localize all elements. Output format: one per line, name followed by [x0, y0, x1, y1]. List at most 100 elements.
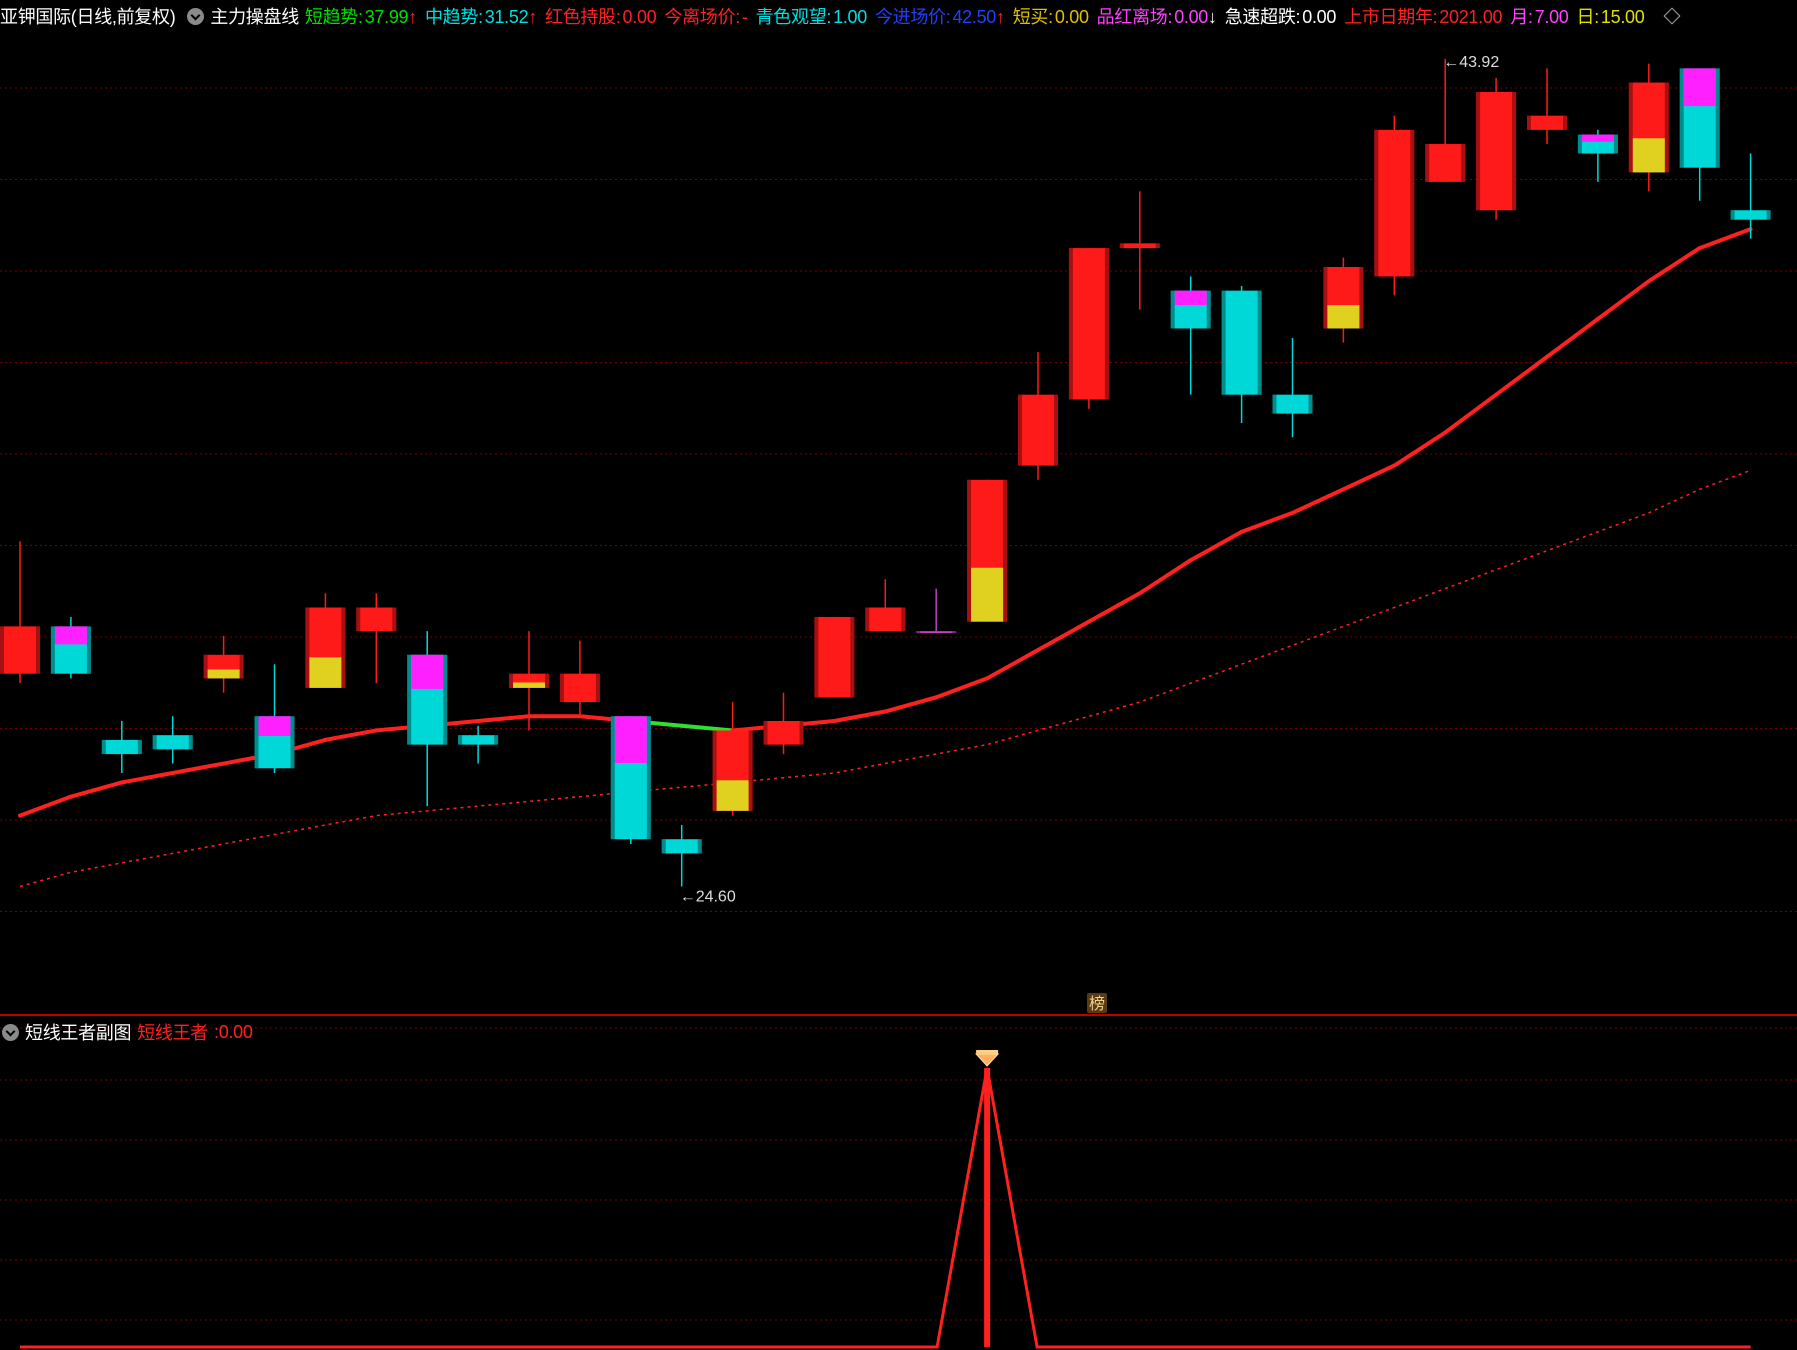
- candle-shade: [1104, 248, 1109, 400]
- indicator-label: 中趋势: [424, 7, 479, 27]
- candle-shade: [1461, 144, 1466, 182]
- indicator-colon: :: [478, 7, 483, 27]
- indicator-label: 青色观望: [755, 7, 827, 27]
- candle-shade: [1359, 266, 1364, 329]
- chart-canvas: ←43.92 ←24.60 榜: [0, 54, 1797, 1349]
- diamond-top: [976, 1050, 999, 1054]
- diamond-icon[interactable]: [1663, 7, 1681, 25]
- candle-shade: [1272, 394, 1277, 414]
- indicator-item: 今离场价: -: [664, 7, 748, 27]
- candle-shade: [239, 654, 244, 679]
- chevron-down-icon[interactable]: [187, 7, 205, 25]
- ma-solid-segment: [170, 761, 226, 776]
- indicator-label: 红色持股: [545, 7, 616, 27]
- indicator-colon: :: [826, 7, 832, 27]
- indicator-label: 日: [1576, 7, 1595, 27]
- ma-solid-segment: [68, 780, 124, 799]
- candle-shade: [697, 839, 702, 854]
- candle-band-magenta: [54, 626, 87, 645]
- arrow-up-icon: ↑: [408, 7, 417, 27]
- indicator-label: 短趋势: [304, 7, 358, 27]
- ma-solid-segment: [1036, 619, 1091, 653]
- candle-band-magenta: [258, 716, 291, 737]
- indicator-value: 7.00: [1534, 7, 1569, 27]
- ma-solid-segment: [1545, 317, 1600, 359]
- candle-body: [661, 839, 702, 854]
- ma-solid-segment: [18, 794, 73, 818]
- candle-shade: [748, 730, 753, 811]
- candle-shade: [1206, 290, 1211, 329]
- indicator-colon: :: [1295, 7, 1301, 27]
- indicator-item: 今进场价: 42.50↑: [875, 7, 1005, 27]
- candle-shade: [1730, 210, 1735, 220]
- candle-body: [763, 720, 804, 745]
- indicator-colon: :: [1167, 7, 1173, 27]
- indicator-value: 0.00: [1174, 7, 1209, 27]
- pane-separator[interactable]: [0, 1014, 1797, 1016]
- candle-shade: [443, 654, 448, 745]
- indicator-values: 短趋势: 37.99↑ 中趋势: 31.52↑ 红色持股: 0.00 今离场价: - 青色观望:…: [305, 3, 1653, 29]
- candle-shade: [1476, 92, 1481, 211]
- indicator-value: 2021.00: [1439, 7, 1503, 27]
- candle-body: [1018, 394, 1058, 466]
- indicator-colon: :: [1432, 7, 1438, 27]
- candle-shade: [865, 607, 870, 632]
- candle-shade: [254, 716, 259, 769]
- indicator-label: 急速超跌: [1224, 7, 1296, 27]
- candle-shade: [1018, 394, 1022, 466]
- candle-shade: [152, 735, 157, 750]
- indicator-item: 短买: 0.00: [1013, 7, 1089, 27]
- candle-shade: [458, 735, 463, 745]
- candle-shade: [814, 616, 819, 698]
- ma-solid-segment: [1086, 591, 1142, 624]
- indicator-value: 0.00: [1054, 7, 1089, 27]
- candle-shade: [1628, 82, 1633, 173]
- main-header: 亚钾国际(日线,前复权) 主力操盘线 短趋势: 37.99↑ 中趋势: 31.52↑ 红…: [0, 1, 1684, 31]
- candle-shade: [0, 626, 4, 674]
- ma-solid-segment: [883, 695, 939, 714]
- subchart-title[interactable]: 短线王者副图: [25, 1019, 132, 1045]
- subchart-label: 短线王者: [137, 1023, 209, 1043]
- candle-shade: [1613, 134, 1618, 154]
- indicator-label: 短买: [1012, 7, 1049, 27]
- arrow-up-icon: ↑: [996, 7, 1005, 27]
- stock-title[interactable]: 亚钾国际(日线,前复权): [0, 3, 176, 29]
- indicator-value: 15.00: [1600, 7, 1645, 27]
- indicator-label: 品红离场: [1096, 7, 1168, 27]
- ma-solid-segment: [679, 723, 735, 733]
- indicator-value: 0.00: [622, 7, 657, 27]
- candle-shade: [610, 716, 615, 840]
- candle-shade: [188, 735, 193, 750]
- ma-solid-segment: [832, 709, 888, 723]
- arrow-up-icon: ↑: [528, 7, 538, 27]
- indicator-colon: :: [615, 7, 621, 27]
- candle-body: [101, 739, 142, 755]
- indicator-item: 急速超跌: 0.00: [1224, 7, 1337, 27]
- candle-body: [916, 631, 957, 634]
- candle-shade: [1679, 68, 1684, 168]
- candle-shade: [494, 735, 499, 745]
- candle-shade: [1323, 266, 1328, 329]
- candle-shade: [1374, 129, 1379, 277]
- candle-shade: [1221, 290, 1226, 395]
- indicator-item: 短趋势: 37.99↑: [305, 7, 417, 27]
- chevron-down-icon[interactable]: [2, 1023, 19, 1041]
- high-price-label: ←43.92: [1443, 54, 1499, 71]
- candle-band-yellow: [309, 657, 342, 688]
- candle-shade: [1308, 394, 1313, 414]
- candle-body: [0, 626, 40, 674]
- candle-shade: [341, 607, 346, 688]
- ma-solid-segment: [934, 676, 990, 700]
- candle-shade: [1155, 243, 1160, 249]
- ma-solid-segment: [1188, 529, 1244, 563]
- ma-solid-segment: [1697, 227, 1753, 251]
- candle-shade: [1563, 115, 1567, 130]
- candle-shade: [1664, 82, 1669, 173]
- candle-shade: [661, 839, 666, 854]
- candle-shade: [1257, 290, 1262, 395]
- ma-solid-segment: [1646, 246, 1702, 284]
- subchart-value: 0.00: [218, 1021, 253, 1042]
- arrow-down-icon: ↓: [1208, 7, 1217, 27]
- candle-shade: [763, 720, 768, 745]
- indicator-name[interactable]: 主力操盘线: [210, 3, 299, 29]
